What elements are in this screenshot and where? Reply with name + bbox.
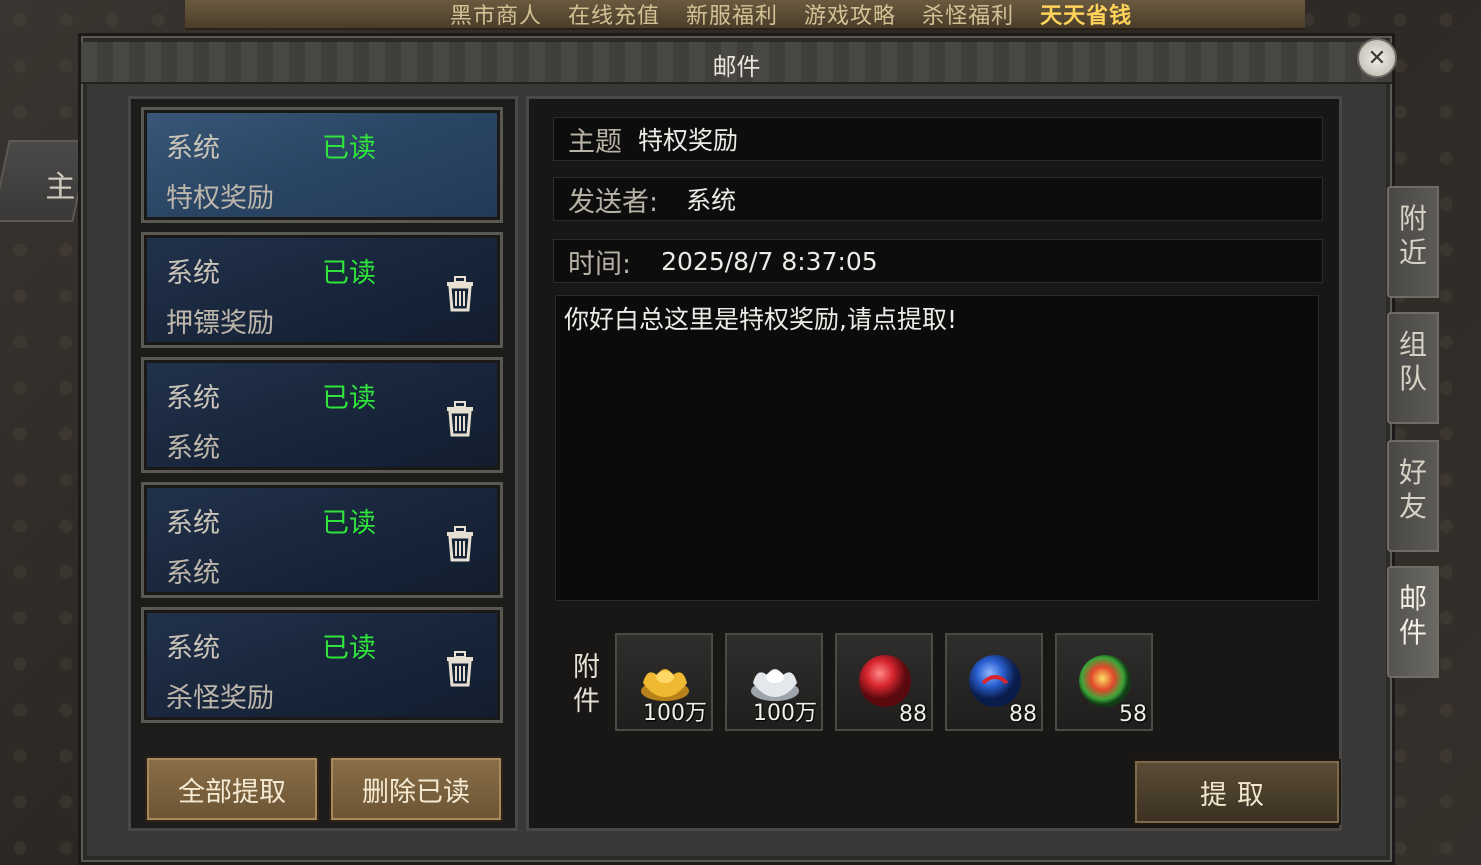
attachment-slot[interactable]: 58 — [1055, 633, 1153, 731]
subject-label: 主题 — [568, 126, 622, 158]
fire-orb-icon — [1079, 655, 1131, 707]
mail-list-item[interactable]: 系统 已读 特权奖励 — [141, 107, 503, 223]
left-edge-label: 主 — [45, 170, 76, 205]
mail-list-item[interactable]: 系统 已读 系统 — [141, 357, 503, 473]
attachment-count: 88 — [1009, 702, 1037, 727]
time-row: 时间: 2025/8/7 8:37:05 — [553, 239, 1323, 283]
mail-list-item[interactable]: 系统 已读 押镖奖励 — [141, 232, 503, 348]
time-value: 2025/8/7 8:37:05 — [661, 246, 878, 276]
subject-row: 主题 特权奖励 — [553, 117, 1323, 161]
attachment-slot[interactable]: 88 — [945, 633, 1043, 731]
close-button[interactable]: ✕ — [1357, 38, 1397, 78]
mail-body: 你好白总这里是特权奖励,请点提取! — [555, 295, 1319, 601]
tab-team[interactable]: 组队 — [1387, 312, 1439, 424]
mail-subject: 押镖奖励 — [166, 308, 274, 339]
top-menu-item-kill-bonus[interactable]: 杀怪福利 — [922, 0, 1014, 30]
mail-subject: 系统 — [166, 433, 220, 464]
attachment-count: 58 — [1119, 702, 1147, 727]
window-title-bar: 邮件 — [81, 42, 1392, 84]
trash-icon[interactable] — [444, 526, 476, 562]
mail-sender: 系统 — [166, 633, 220, 664]
trash-icon[interactable] — [444, 401, 476, 437]
mail-detail-panel: 主题 特权奖励 发送者: 系统 时间: 2025/8/7 8:37:05 你好白… — [526, 96, 1342, 831]
top-menu-bar: 黑市商人 在线充值 新服福利 游戏攻略 杀怪福利 天天省钱 — [185, 0, 1305, 30]
attachment-count: 88 — [899, 702, 927, 727]
mail-subject: 特权奖励 — [166, 183, 274, 214]
top-menu-item-guide[interactable]: 游戏攻略 — [804, 0, 896, 30]
attachment-count: 100万 — [753, 701, 817, 726]
mail-sender: 系统 — [166, 383, 220, 414]
mail-subject: 系统 — [166, 558, 220, 589]
window-title: 邮件 — [712, 53, 761, 81]
trash-icon[interactable] — [444, 276, 476, 312]
delete-read-button[interactable]: 删除已读 — [329, 756, 503, 822]
attachment-slot[interactable]: 100万 — [615, 633, 713, 731]
mail-sender: 系统 — [166, 508, 220, 539]
mail-read-status: 已读 — [322, 633, 376, 664]
attachment-count: 100万 — [643, 701, 707, 726]
trash-icon[interactable] — [444, 651, 476, 687]
top-menu-item-new-server[interactable]: 新服福利 — [686, 0, 778, 30]
mail-read-status: 已读 — [322, 508, 376, 539]
time-label: 时间: — [568, 248, 632, 280]
blue-orb-icon — [969, 655, 1021, 707]
subject-value: 特权奖励 — [638, 126, 739, 155]
sender-row: 发送者: 系统 — [553, 177, 1323, 221]
close-icon: ✕ — [1367, 45, 1387, 71]
mail-subject: 杀怪奖励 — [166, 683, 274, 714]
mail-read-status: 已读 — [322, 258, 376, 289]
top-menu-item-daily-save[interactable]: 天天省钱 — [1040, 0, 1132, 30]
mail-sender: 系统 — [166, 258, 220, 289]
tab-nearby[interactable]: 附近 — [1387, 186, 1439, 298]
mail-read-status: 已读 — [322, 133, 376, 164]
tab-mail[interactable]: 邮件 — [1387, 566, 1439, 678]
mail-list-panel: 系统 已读 特权奖励 系统 已读 押镖奖励 系统 已读 系统 系统 已读 系统 — [128, 96, 518, 831]
sender-value: 系统 — [686, 186, 737, 215]
extract-button[interactable]: 提取 — [1133, 759, 1341, 825]
mail-read-status: 已读 — [322, 383, 376, 414]
tab-friends[interactable]: 好友 — [1387, 440, 1439, 552]
mail-list-item[interactable]: 系统 已读 杀怪奖励 — [141, 607, 503, 723]
top-menu-item-black-market[interactable]: 黑市商人 — [450, 0, 542, 30]
mail-list-item[interactable]: 系统 已读 系统 — [141, 482, 503, 598]
attachments-label: 附件 — [573, 652, 600, 717]
top-menu-item-recharge[interactable]: 在线充值 — [568, 0, 660, 30]
attachment-slot[interactable]: 88 — [835, 633, 933, 731]
claim-all-button[interactable]: 全部提取 — [145, 756, 319, 822]
mail-body-text: 你好白总这里是特权奖励,请点提取! — [564, 305, 957, 334]
attachment-slot[interactable]: 100万 — [725, 633, 823, 731]
red-orb-icon — [859, 655, 911, 707]
mail-sender: 系统 — [166, 133, 220, 164]
sender-label: 发送者: — [568, 186, 659, 218]
